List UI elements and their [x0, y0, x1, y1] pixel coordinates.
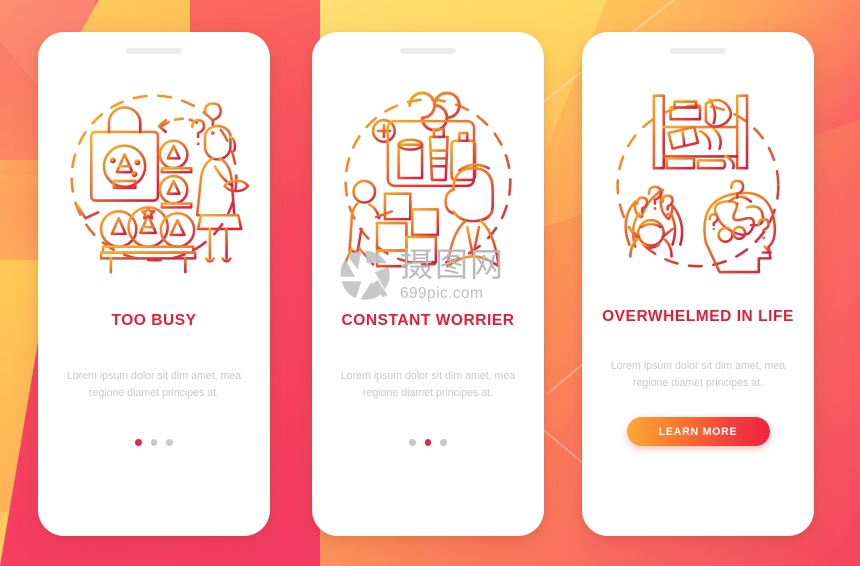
screenshot-canvas: TOO BUSY Lorem ipsum dolor sit dim amet,…	[0, 0, 860, 566]
pagination-dots[interactable]	[409, 439, 447, 446]
pagination-dot-1[interactable]	[409, 439, 416, 446]
illustration-shopping-snow-globes-woman	[38, 60, 270, 296]
illustration-cluttered-shelf-burning-person-tangled-mind	[582, 60, 814, 296]
pagination-dots[interactable]	[135, 439, 173, 446]
illustration-infinity-medicine-boxes-worried-person	[312, 60, 544, 296]
screen-title: CONSTANT WORRIER	[341, 312, 515, 329]
phone-screen-constant-worrier: CONSTANT WORRIER Lorem ipsum dolor sit d…	[312, 32, 544, 536]
phone-screen-overwhelmed-in-life: OVERWHELMED IN LIFE Lorem ipsum dolor si…	[582, 32, 814, 536]
screen-title: TOO BUSY	[111, 312, 197, 329]
pagination-dot-3[interactable]	[166, 439, 173, 446]
pagination-dot-2[interactable]	[150, 439, 158, 446]
pagination-dot-1[interactable]	[135, 439, 142, 446]
phone-speaker	[670, 48, 726, 54]
screen-body-text: Lorem ipsum dolor sit dim amet, mea regi…	[340, 370, 516, 399]
pagination-dot-3[interactable]	[440, 439, 447, 446]
phone-screen-too-busy: TOO BUSY Lorem ipsum dolor sit dim amet,…	[38, 32, 270, 536]
phone-speaker	[126, 48, 182, 54]
pagination-dot-2[interactable]	[424, 439, 432, 446]
screen-body-text: Lorem ipsum dolor sit dim amet, mea regi…	[610, 360, 786, 389]
phone-speaker	[400, 48, 456, 54]
learn-more-button[interactable]: LEARN MORE	[626, 417, 770, 447]
screen-title: OVERWHELMED IN LIFE	[602, 308, 794, 325]
screen-body-text: Lorem ipsum dolor sit dim amet, mea regi…	[66, 370, 242, 399]
